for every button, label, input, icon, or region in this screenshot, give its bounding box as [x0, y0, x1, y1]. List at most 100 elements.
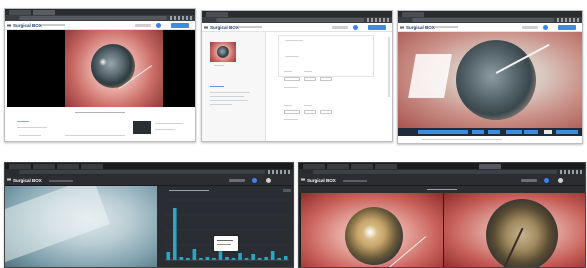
- scrollbar[interactable]: [388, 37, 390, 97]
- chart-bar[interactable]: [231, 258, 236, 260]
- extension-icons[interactable]: [560, 170, 582, 174]
- form-label: [285, 56, 299, 58]
- menu-icon[interactable]: [7, 178, 11, 181]
- chart-bar[interactable]: [166, 252, 171, 260]
- chart-bar[interactable]: [264, 257, 268, 260]
- chart-bar[interactable]: [257, 258, 262, 260]
- help-icon[interactable]: [252, 178, 257, 183]
- cut-button[interactable]: [472, 130, 484, 134]
- trim-button[interactable]: [488, 130, 500, 134]
- form-label: [285, 40, 303, 42]
- help-icon[interactable]: [353, 25, 358, 30]
- marker-button[interactable]: [524, 130, 538, 134]
- logo[interactable]: Surgical BOX: [307, 178, 336, 183]
- user-menu[interactable]: [521, 179, 537, 182]
- extension-icons[interactable]: [557, 18, 579, 22]
- user-menu[interactable]: [522, 26, 538, 29]
- form-label: [304, 105, 312, 107]
- extension-icons[interactable]: [268, 170, 290, 174]
- avatar[interactable]: [558, 178, 563, 183]
- breadcrumb[interactable]: [41, 24, 65, 26]
- chart-bar[interactable]: [251, 254, 255, 260]
- related-video-thumbnail[interactable]: [133, 121, 151, 134]
- menu-icon[interactable]: [7, 24, 11, 27]
- chart-bar[interactable]: [238, 253, 242, 260]
- meta-row: [65, 135, 125, 137]
- app-header: Surgical BOX: [398, 23, 582, 32]
- breadcrumb[interactable]: [238, 26, 262, 28]
- form-select[interactable]: [284, 77, 300, 81]
- chart-bar[interactable]: [218, 251, 223, 260]
- logo[interactable]: Surgical BOX: [210, 25, 239, 30]
- bar-chart: [165, 199, 289, 261]
- form-card: [278, 63, 374, 101]
- upload-button[interactable]: [558, 25, 576, 30]
- chart-bar[interactable]: [270, 251, 275, 260]
- menu-icon[interactable]: [301, 178, 305, 181]
- video-player[interactable]: [7, 30, 195, 107]
- timeline-bar[interactable]: [418, 130, 468, 134]
- chart-bar[interactable]: [212, 258, 216, 260]
- user-menu[interactable]: [135, 24, 151, 27]
- help-icon[interactable]: [156, 23, 161, 28]
- breadcrumb[interactable]: [434, 26, 458, 28]
- form-select[interactable]: [320, 77, 332, 81]
- chart-title: [169, 190, 209, 192]
- description-heading: [17, 121, 29, 123]
- compare-title-bar: [299, 186, 585, 193]
- chart-bar[interactable]: [186, 258, 190, 260]
- logo[interactable]: Surgical BOX: [13, 23, 42, 28]
- compare-video-right[interactable]: [444, 193, 585, 267]
- chart-tooltip: [214, 236, 238, 251]
- user-menu[interactable]: [229, 179, 245, 182]
- chart-bar[interactable]: [199, 258, 203, 260]
- chart-panel: [157, 186, 293, 267]
- surgery-video-frame[interactable]: [398, 32, 582, 128]
- screenshot-analytics-dark: Surgical BOX: [4, 162, 294, 268]
- chart-bar[interactable]: [179, 257, 184, 260]
- chart-bar[interactable]: [225, 257, 229, 260]
- editor-toolbar: [398, 128, 582, 136]
- chart-bar[interactable]: [205, 257, 210, 260]
- logo[interactable]: Surgical BOX: [13, 178, 42, 183]
- chart-bar[interactable]: [172, 208, 177, 260]
- breadcrumb[interactable]: [343, 179, 367, 182]
- form-select[interactable]: [304, 110, 316, 114]
- upload-button[interactable]: [171, 23, 189, 28]
- form-select[interactable]: [320, 110, 332, 114]
- editor-caption: [422, 139, 502, 141]
- chart-menu-button[interactable]: [283, 189, 291, 192]
- form-select[interactable]: [304, 77, 316, 81]
- save-button[interactable]: [556, 130, 578, 134]
- form-select[interactable]: [284, 110, 300, 114]
- section-heading: [210, 86, 224, 88]
- chart-bar[interactable]: [244, 258, 249, 260]
- logo[interactable]: Surgical BOX: [406, 25, 435, 30]
- app-header: Surgical BOX: [202, 23, 392, 32]
- screenshot-edit-form: Surgical BOX: [201, 10, 393, 142]
- extension-icons[interactable]: [170, 16, 192, 20]
- detail-line: [210, 96, 244, 98]
- detail-line: [210, 92, 250, 94]
- chart-bar[interactable]: [192, 249, 197, 260]
- zoom-control[interactable]: [544, 130, 552, 134]
- help-icon[interactable]: [544, 178, 549, 183]
- menu-icon[interactable]: [204, 26, 208, 29]
- upload-button[interactable]: [368, 25, 386, 30]
- thumbnail-caption: [214, 65, 224, 67]
- chart-bar[interactable]: [283, 256, 288, 260]
- description-text: [17, 127, 47, 129]
- breadcrumb[interactable]: [49, 179, 73, 182]
- menu-icon[interactable]: [400, 26, 404, 29]
- user-menu[interactable]: [332, 26, 348, 29]
- avatar[interactable]: [266, 178, 271, 183]
- video-thumbnail[interactable]: [210, 42, 236, 62]
- chart-bar[interactable]: [277, 258, 282, 260]
- extension-icons[interactable]: [367, 18, 389, 22]
- help-icon[interactable]: [543, 25, 548, 30]
- compare-video-left[interactable]: [301, 193, 443, 267]
- related-video-title[interactable]: [155, 123, 183, 125]
- app-header: Surgical BOX: [5, 21, 195, 30]
- split-button[interactable]: [506, 130, 522, 134]
- video-pane[interactable]: [5, 186, 157, 267]
